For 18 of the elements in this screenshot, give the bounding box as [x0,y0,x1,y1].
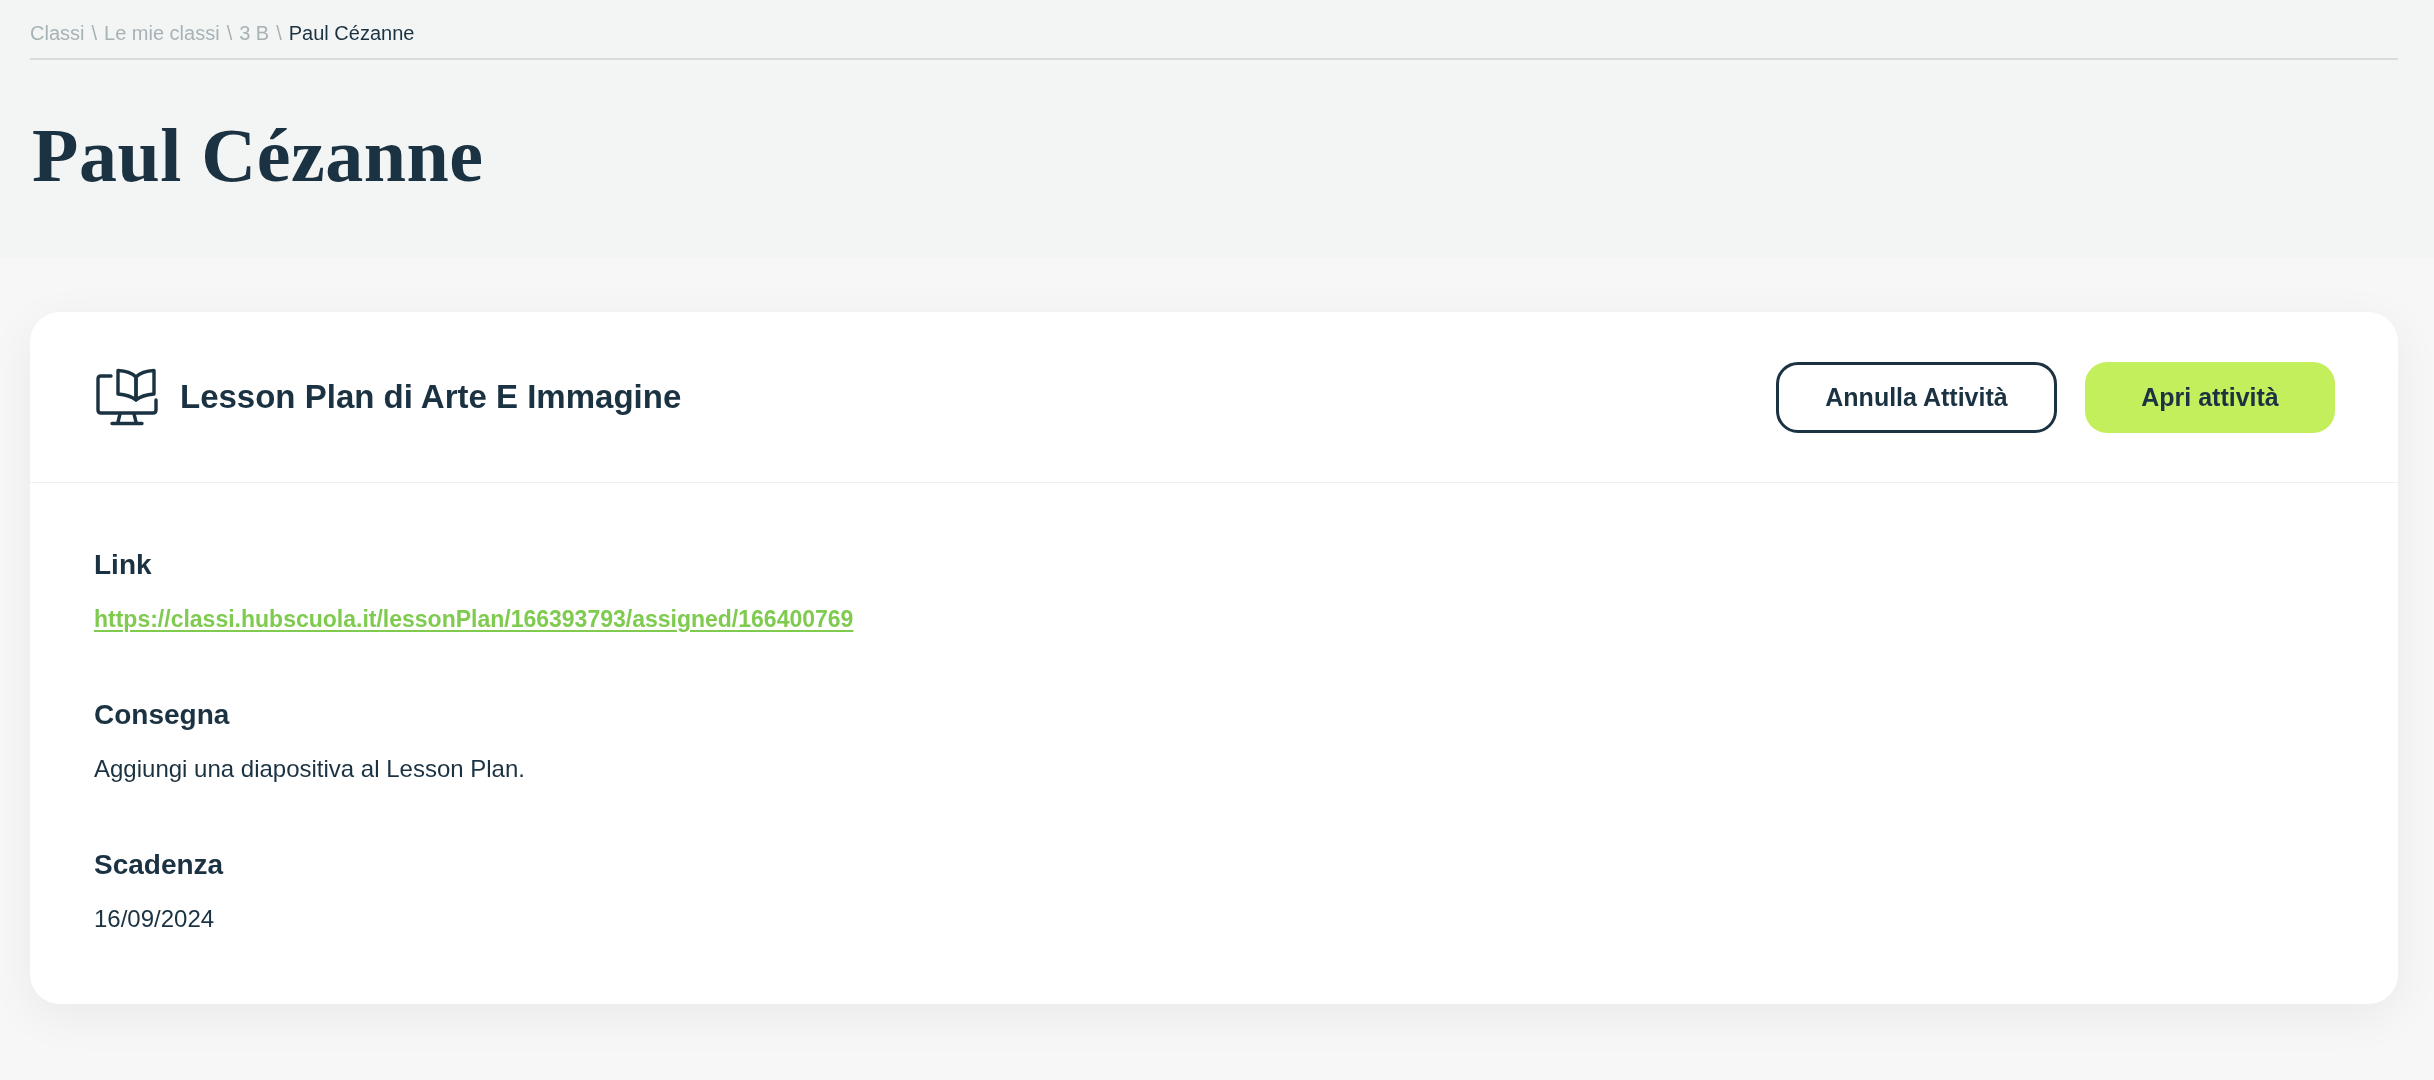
field-label: Scadenza [94,848,224,882]
field-value: 16/09/2024 [94,904,215,934]
breadcrumb-link[interactable]: Classi [30,20,85,46]
open-activity-button[interactable]: Apri attività [2085,361,2335,433]
monitor-book-icon [96,367,158,427]
breadcrumb-separator: \ [276,21,282,46]
cancel-activity-button[interactable]: Annulla Attività [1776,361,2057,433]
field-value: Aggiungi una diapositiva al Lesson Plan. [94,754,525,784]
breadcrumb-link[interactable]: 3 B [239,20,270,46]
field-label: Link [94,548,152,582]
breadcrumb-separator: \ [91,21,97,46]
activity-title: Lesson Plan di Arte E Immagine [180,377,682,417]
field-label: Consegna [94,698,230,732]
activity-link[interactable]: https://classi.hubscuola.it/lessonPlan/166393793/assigned/166400769 [94,604,854,634]
breadcrumb-current: Paul Cézanne [288,21,415,46]
page-title: Paul Cézanne [32,117,484,193]
breadcrumb-separator: \ [226,21,233,46]
breadcrumb-link[interactable]: Le mie classi [104,20,220,46]
